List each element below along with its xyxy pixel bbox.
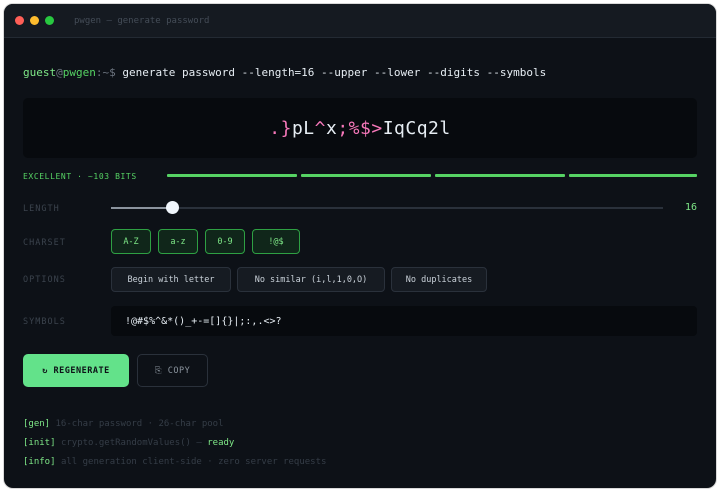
prompt-command: generate password --length=16 --upper --… [122,66,547,79]
log-line: [info] all generation client-side · zero… [23,457,326,467]
password-part: .} [269,117,292,139]
symbols-label: SYMBOLS [23,317,66,327]
charset-symbols-toggle[interactable]: !@$ [252,229,300,254]
chip-label: a-z [170,236,186,247]
chip-label: Begin with letter [127,274,215,285]
close-dot[interactable] [15,16,24,25]
strength-segment [435,174,565,177]
symbols-input[interactable]: !@#$%^&*()_+-=[]{}|;:,.<>? [111,306,697,336]
title-bar: pwgen — generate password [4,4,716,38]
length-label: LENGTH [23,204,60,214]
strength-segment [301,174,431,177]
log-tag: [init] [23,438,56,448]
log-line: [init] crypto.getRandomValues() — ready [23,438,234,448]
strength-segment [167,174,297,177]
length-slider[interactable] [111,201,663,214]
strength-label: EXCELLENT · ~103 BITS [23,171,137,181]
chip-label: No duplicates [405,274,473,285]
password-part: pL [291,117,315,139]
slider-fill [111,207,172,209]
chip-label: 0-9 [217,236,233,247]
prompt-at: @ [56,66,63,79]
chip-label: A-Z [123,236,139,247]
chip-label: !@$ [268,236,284,247]
password-part: IqCq2l [382,117,451,139]
log-text: 16-char password · 26-char pool [55,419,224,429]
regenerate-button[interactable]: ↻ REGENERATE [23,354,129,387]
option-no-duplicates[interactable]: No duplicates [391,267,487,292]
charset-lowercase-toggle[interactable]: a-z [158,229,198,254]
window-title: pwgen — generate password [74,15,210,26]
password-part: ^ [314,117,326,139]
option-no-similar[interactable]: No similar (i,l,1,0,O) [237,267,385,292]
charset-digits-toggle[interactable]: 0-9 [205,229,245,254]
password-part: ;%$> [337,117,383,139]
maximize-dot[interactable] [45,16,54,25]
log-text: crypto.getRandomValues() — [60,438,202,448]
copy-button[interactable]: ⎘ COPY [137,354,208,387]
password-display[interactable]: .} pL ^ x ;%$> IqCq2l [23,98,697,158]
log-tag: [gen] [23,419,51,429]
log-status: ready [207,438,235,448]
log-line: [gen] 16-char password · 26-char pool [23,419,224,429]
charset-uppercase-toggle[interactable]: A-Z [111,229,151,254]
prompt-path: :~$ [95,66,116,79]
option-begin-with-letter[interactable]: Begin with letter [111,267,231,292]
prompt-host: pwgen [62,66,96,79]
symbols-value: !@#$%^&*()_+-=[]{}|;:,.<>? [125,315,282,327]
log-text: all generation client-side · zero server… [60,457,327,467]
minimize-dot[interactable] [30,16,39,25]
copy-label: ⎘ COPY [154,365,191,376]
strength-meter: EXCELLENT · ~103 BITS [23,170,697,182]
slider-handle[interactable] [165,201,179,214]
app-window: pwgen — generate password guest@pwgen:~$… [4,4,716,488]
password-part: x [325,117,338,139]
chip-label: No similar (i,l,1,0,O) [254,274,368,285]
options-label: OPTIONS [23,275,66,285]
command-prompt: guest@pwgen:~$ generate password --lengt… [23,66,546,79]
prompt-user: guest [23,66,57,79]
strength-segment [569,174,697,177]
charset-label: CHARSET [23,238,66,248]
log-tag: [info] [23,457,56,467]
regenerate-label: ↻ REGENERATE [42,365,110,376]
length-value: 16 [684,202,697,213]
